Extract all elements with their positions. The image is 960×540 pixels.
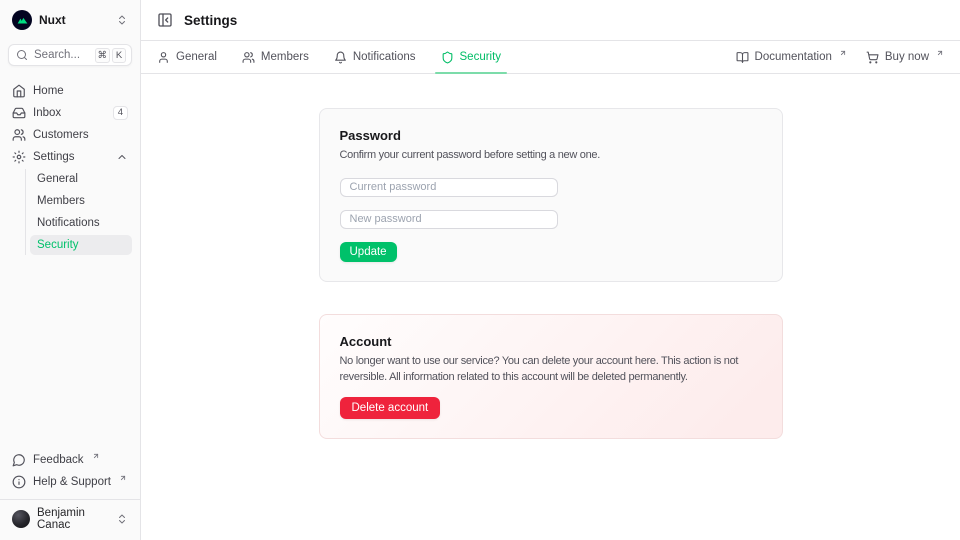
sidebar-item-label: Security bbox=[37, 239, 79, 251]
bell-icon bbox=[334, 51, 347, 64]
sidebar-item-home[interactable]: Home bbox=[8, 81, 132, 101]
chat-bubble-icon bbox=[12, 453, 26, 467]
home-icon bbox=[12, 84, 26, 98]
password-card: Password Confirm your current password b… bbox=[319, 108, 783, 282]
tab-label: Security bbox=[460, 51, 502, 63]
sidebar-item-general[interactable]: General bbox=[30, 169, 132, 189]
page-header: Settings bbox=[141, 0, 960, 41]
chevron-up-icon bbox=[116, 151, 128, 163]
account-card-description: No longer want to use our service? You c… bbox=[340, 354, 762, 386]
sidebar-item-label: Settings bbox=[33, 151, 75, 163]
sidebar-item-label: Members bbox=[37, 195, 85, 207]
external-link-icon bbox=[119, 474, 127, 482]
header-link-label: Buy now bbox=[885, 51, 929, 63]
search-icon bbox=[16, 49, 28, 61]
feedback-link[interactable]: Feedback bbox=[8, 450, 132, 470]
account-card: Account No longer want to use our servic… bbox=[319, 314, 783, 439]
sidebar-footer: Feedback Help & Support bbox=[0, 450, 140, 499]
inbox-icon bbox=[12, 106, 26, 120]
app-window: Nuxt Search... ⌘ K Home Inbox 4 Cu bbox=[0, 0, 960, 540]
shopping-cart-icon bbox=[866, 51, 879, 64]
tab-notifications[interactable]: Notifications bbox=[334, 41, 416, 73]
inbox-count-badge: 4 bbox=[113, 106, 128, 120]
tab-label: General bbox=[176, 51, 217, 63]
sidebar-item-settings[interactable]: Settings bbox=[8, 147, 132, 167]
kbd-k: K bbox=[112, 48, 126, 63]
sidebar-item-inbox[interactable]: Inbox 4 bbox=[8, 103, 132, 123]
password-card-title: Password bbox=[340, 128, 762, 143]
header-links: Documentation Buy now bbox=[736, 51, 944, 64]
workspace-selector[interactable]: Nuxt bbox=[8, 8, 132, 32]
users-icon bbox=[242, 51, 255, 64]
page-title: Settings bbox=[184, 13, 237, 28]
gear-icon bbox=[12, 150, 26, 164]
current-password-field[interactable] bbox=[340, 178, 558, 197]
password-card-description: Confirm your current password before set… bbox=[340, 148, 762, 164]
main-panel: Settings General Members Notifications bbox=[141, 0, 960, 540]
delete-account-button[interactable]: Delete account bbox=[340, 397, 441, 419]
shield-icon bbox=[441, 51, 454, 64]
user-avatar bbox=[12, 510, 30, 528]
tab-general[interactable]: General bbox=[157, 41, 217, 73]
external-link-icon bbox=[92, 452, 100, 460]
tab-security[interactable]: Security bbox=[441, 41, 502, 73]
external-link-icon bbox=[936, 49, 944, 57]
user-menu[interactable]: Benjamin Canac bbox=[8, 505, 132, 533]
footer-link-label: Feedback bbox=[33, 454, 84, 466]
workspace-name: Nuxt bbox=[39, 13, 66, 27]
chevrons-up-down-icon bbox=[116, 513, 128, 525]
sidebar-item-members[interactable]: Members bbox=[30, 191, 132, 211]
user-name: Benjamin Canac bbox=[37, 507, 109, 531]
users-icon bbox=[12, 128, 26, 142]
kbd-cmd: ⌘ bbox=[95, 48, 111, 63]
info-icon bbox=[12, 475, 26, 489]
tab-label: Members bbox=[261, 51, 309, 63]
chevrons-up-down-icon bbox=[116, 14, 128, 26]
documentation-link[interactable]: Documentation bbox=[736, 51, 847, 64]
update-password-button[interactable]: Update bbox=[340, 242, 397, 262]
sidebar-item-label: General bbox=[37, 173, 78, 185]
tabbar: General Members Notifications Security bbox=[141, 41, 960, 74]
settings-security-content: Password Confirm your current password b… bbox=[141, 74, 960, 540]
tab-label: Notifications bbox=[353, 51, 416, 63]
search-input[interactable]: Search... ⌘ K bbox=[8, 44, 132, 66]
buy-now-link[interactable]: Buy now bbox=[866, 51, 944, 64]
user-icon bbox=[157, 51, 170, 64]
panel-left-close-icon bbox=[157, 12, 173, 28]
nuxt-logo-icon bbox=[12, 10, 32, 30]
sidebar-item-label: Home bbox=[33, 85, 64, 97]
sidebar: Nuxt Search... ⌘ K Home Inbox 4 Cu bbox=[0, 0, 141, 540]
search-placeholder: Search... bbox=[34, 49, 80, 61]
sidebar-item-label: Notifications bbox=[37, 217, 100, 229]
tab-members[interactable]: Members bbox=[242, 41, 309, 73]
sidebar-nav: Home Inbox 4 Customers Settings General bbox=[0, 81, 140, 450]
sidebar-item-security[interactable]: Security bbox=[30, 235, 132, 255]
external-link-icon bbox=[839, 49, 847, 57]
new-password-field[interactable] bbox=[340, 210, 558, 229]
settings-subnav: General Members Notifications Security bbox=[25, 169, 132, 255]
sidebar-item-customers[interactable]: Customers bbox=[8, 125, 132, 145]
book-open-icon bbox=[736, 51, 749, 64]
account-card-title: Account bbox=[340, 334, 762, 349]
sidebar-item-notifications[interactable]: Notifications bbox=[30, 213, 132, 233]
search-shortcut: ⌘ K bbox=[95, 48, 127, 63]
sidebar-item-label: Inbox bbox=[33, 107, 61, 119]
collapse-sidebar-button[interactable] bbox=[157, 12, 173, 28]
footer-link-label: Help & Support bbox=[33, 476, 111, 488]
help-support-link[interactable]: Help & Support bbox=[8, 472, 132, 492]
sidebar-item-label: Customers bbox=[33, 129, 89, 141]
sidebar-divider bbox=[0, 499, 140, 500]
header-link-label: Documentation bbox=[755, 51, 832, 63]
tabs: General Members Notifications Security bbox=[157, 41, 501, 73]
